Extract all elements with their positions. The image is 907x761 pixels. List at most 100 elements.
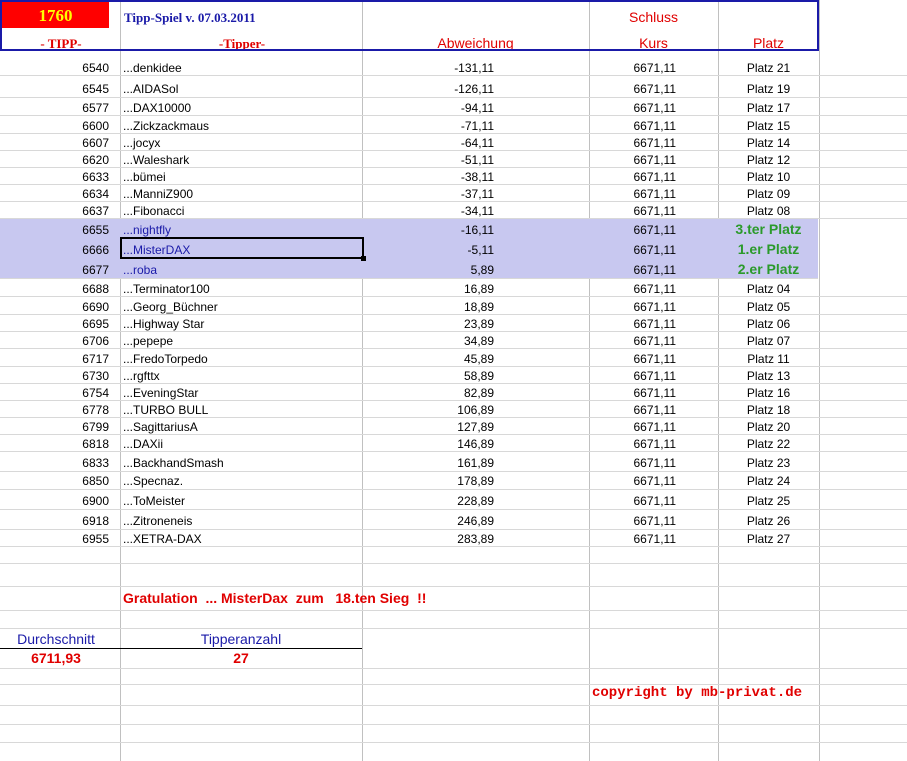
kurs-cell[interactable]: 6671,11 [589,404,677,416]
table-row[interactable]: 6955 ...XETRA-DAX 283,89 6671,11 Platz 27 [0,529,907,547]
tipp-cell[interactable]: 6620 [0,154,109,166]
abweichung-cell[interactable]: -51,11 [362,154,494,166]
tipp-cell[interactable]: 6666 [0,244,109,256]
platz-cell[interactable]: Platz 09 [718,188,819,200]
tipp-cell[interactable]: 6717 [0,353,109,365]
platz-cell[interactable]: Platz 26 [718,515,819,527]
tipp-cell[interactable]: 6706 [0,335,109,347]
kurs-cell[interactable]: 6671,11 [589,205,677,217]
table-row[interactable]: 6850 ...Specnaz. 178,89 6671,11 Platz 24 [0,471,907,490]
abweichung-cell[interactable]: 161,89 [362,457,494,469]
abweichung-cell[interactable]: -94,11 [362,102,494,114]
tipp-cell[interactable]: 6900 [0,495,109,507]
abweichung-cell[interactable]: -131,11 [362,62,494,74]
table-row[interactable]: 6900 ...ToMeister 228,89 6671,11 Platz 25 [0,490,907,510]
abweichung-cell[interactable]: 82,89 [362,387,494,399]
tipp-cell[interactable]: 6545 [0,83,109,95]
table-row[interactable]: 6695 ...Highway Star 23,89 6671,11 Platz 06 [0,314,907,332]
tipper-cell[interactable]: ...rgfttx [123,370,160,382]
tipper-cell[interactable]: ...AIDASol [123,83,178,95]
platz-cell[interactable]: 1.er Platz [718,242,819,256]
table-row[interactable]: 6778 ...TURBO BULL 106,89 6671,11 Platz 18 [0,400,907,418]
tipper-cell[interactable]: ...DAXii [123,438,163,450]
kurs-cell[interactable]: 6671,11 [589,188,677,200]
kurs-cell[interactable]: 6671,11 [589,224,677,236]
tipper-cell[interactable]: ...bümei [123,171,166,183]
tipper-cell[interactable]: ...Fibonacci [123,205,184,217]
tipper-cell[interactable]: ...XETRA-DAX [123,533,202,545]
platz-cell[interactable]: 3.ter Platz [718,222,819,236]
tipper-cell[interactable]: ...EveningStar [123,387,198,399]
tipp-cell[interactable]: 6633 [0,171,109,183]
abweichung-cell[interactable]: 18,89 [362,301,494,313]
platz-cell[interactable]: Platz 24 [718,475,819,487]
tipper-cell[interactable]: ...SagittariusA [123,421,198,433]
tipper-cell[interactable]: ...Waleshark [123,154,189,166]
platz-cell[interactable]: Platz 12 [718,154,819,166]
table-row[interactable]: 6577 ...DAX10000 -94,11 6671,11 Platz 17 [0,98,907,116]
platz-cell[interactable]: Platz 17 [718,102,819,114]
tipper-cell[interactable]: ...jocyx [123,137,160,149]
tipp-cell[interactable]: 6850 [0,475,109,487]
table-row[interactable]: 6545 ...AIDASol -126,11 6671,11 Platz 19 [0,78,907,98]
platz-cell[interactable]: Platz 19 [718,83,819,95]
tipper-cell[interactable]: ...ManniZ900 [123,188,193,200]
table-row[interactable]: 6833 ...BackhandSmash 161,89 6671,11 Platz 2… [0,452,907,472]
tipper-cell[interactable]: ...ToMeister [123,495,185,507]
kurs-cell[interactable]: 6671,11 [589,335,677,347]
table-row[interactable]: 6717 ...FredoTorpedo 45,89 6671,11 Platz 11 [0,349,907,367]
platz-cell[interactable]: Platz 21 [718,62,819,74]
kurs-cell[interactable]: 6671,11 [589,62,677,74]
table-row[interactable]: 6918 ...Zitroneneis 246,89 6671,11 Platz 26 [0,510,907,530]
tipp-cell[interactable]: 6637 [0,205,109,217]
kurs-cell[interactable]: 6671,11 [589,137,677,149]
platz-cell[interactable]: Platz 22 [718,438,819,450]
tipper-cell[interactable]: ...Zitroneneis [123,515,192,527]
kurs-cell[interactable]: 6671,11 [589,370,677,382]
platz-cell[interactable]: Platz 18 [718,404,819,416]
platz-cell[interactable]: Platz 06 [718,318,819,330]
platz-cell[interactable]: Platz 11 [718,353,819,365]
abweichung-cell[interactable]: -16,11 [362,224,494,236]
table-row[interactable]: 6690 ...Georg_Büchner 18,89 6671,11 Platz 05 [0,297,907,315]
tipper-cell[interactable]: ...nightfly [123,224,171,236]
tipper-cell[interactable]: ...TURBO BULL [123,404,208,416]
table-row[interactable]: 6677 ...roba 5,89 6671,11 2.er Platz [0,259,818,279]
abweichung-cell[interactable]: 23,89 [362,318,494,330]
abweichung-cell[interactable]: 5,89 [362,264,494,276]
platz-cell[interactable]: Platz 04 [718,283,819,295]
table-row[interactable]: 6706 ...pepepe 34,89 6671,11 Platz 07 [0,331,907,349]
table-row[interactable]: 6607 ...jocyx -64,11 6671,11 Platz 14 [0,133,907,151]
tipper-cell[interactable]: ...Zickzackmaus [123,120,209,132]
platz-cell[interactable]: Platz 20 [718,421,819,433]
copyright-text[interactable]: copyright by mb-privat.de [592,686,802,700]
abweichung-cell[interactable]: -34,11 [362,205,494,217]
kurs-cell[interactable]: 6671,11 [589,533,677,545]
tipp-cell[interactable]: 6918 [0,515,109,527]
kurs-cell[interactable]: 6671,11 [589,171,677,183]
abweichung-cell[interactable]: 246,89 [362,515,494,527]
table-row[interactable]: 6633 ...bümei -38,11 6671,11 Platz 10 [0,167,907,185]
abweichung-cell[interactable]: -126,11 [362,83,494,95]
durchschnitt-label[interactable]: Durchschnitt [0,632,112,646]
abweichung-cell[interactable]: 34,89 [362,335,494,347]
tipp-cell[interactable]: 6600 [0,120,109,132]
tipp-cell[interactable]: 6677 [0,264,109,276]
tipper-cell[interactable]: ...FredoTorpedo [123,353,208,365]
kurs-cell[interactable]: 6671,11 [589,475,677,487]
tipper-cell[interactable]: ...Specnaz. [123,475,183,487]
abweichung-cell[interactable]: -64,11 [362,137,494,149]
table-row[interactable]: 6799 ...SagittariusA 127,89 6671,11 Platz 20 [0,417,907,435]
tipp-cell[interactable]: 6730 [0,370,109,382]
tipperanzahl-value[interactable]: 27 [120,651,362,665]
platz-cell[interactable]: Platz 05 [718,301,819,313]
tipper-cell[interactable]: ...BackhandSmash [123,457,224,469]
tipp-cell[interactable]: 6955 [0,533,109,545]
tipper-cell[interactable]: ...denkidee [123,62,182,74]
table-row[interactable]: 6637 ...Fibonacci -34,11 6671,11 Platz 08 [0,201,907,219]
table-row[interactable]: 6634 ...ManniZ900 -37,11 6671,11 Platz 09 [0,184,907,202]
kurs-cell[interactable]: 6671,11 [589,438,677,450]
table-row[interactable]: 6620 ...Waleshark -51,11 6671,11 Platz 12 [0,150,907,168]
abweichung-cell[interactable]: 16,89 [362,283,494,295]
kurs-cell[interactable]: 6671,11 [589,244,677,256]
